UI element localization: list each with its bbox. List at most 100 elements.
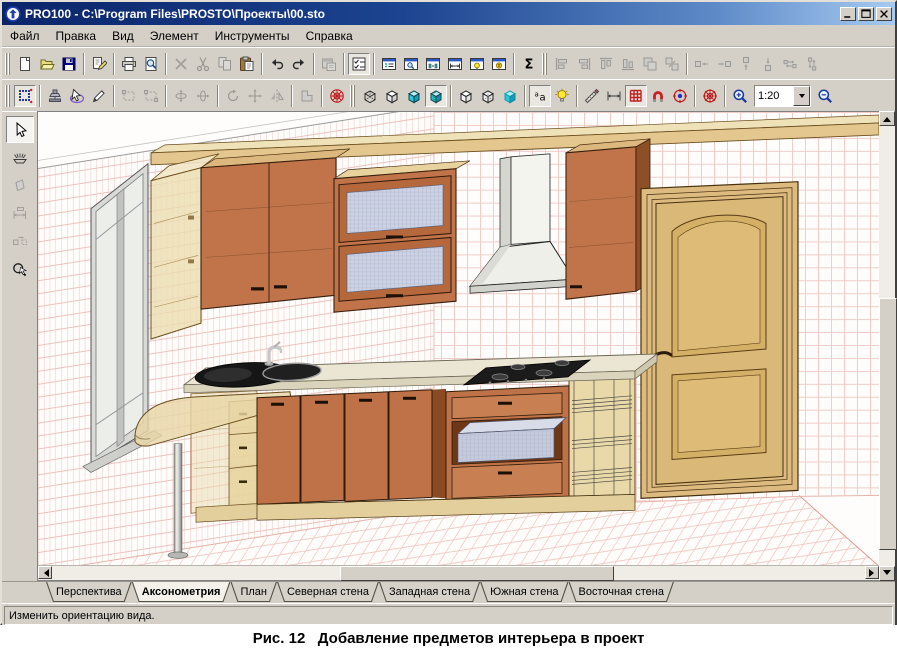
lighting-button[interactable]: [551, 85, 573, 107]
pointer-tool-button[interactable]: [6, 116, 34, 143]
scroll-right-button[interactable]: [865, 566, 879, 579]
menu-item-3[interactable]: Элемент: [142, 27, 207, 45]
copy-button: [214, 53, 236, 75]
svg-text:a: a: [540, 92, 546, 103]
figure-caption: Рис. 12 Добавление предметов интерьера в…: [0, 625, 897, 652]
tab-южная-стена[interactable]: Южная стена: [480, 582, 568, 602]
upper-cabinets[interactable]: [201, 149, 350, 309]
undo-button[interactable]: [266, 53, 288, 75]
title-bar[interactable]: PRO100 - C:\Program Files\PROSTO\Проекты…: [2, 2, 895, 25]
close-button[interactable]: [876, 7, 892, 21]
place-tool-button[interactable]: [6, 144, 34, 171]
new-project-button[interactable]: [14, 53, 36, 75]
toolbar-gripper[interactable]: [5, 85, 12, 107]
upper-cabinet-right[interactable]: [566, 139, 650, 299]
zoom-in-button[interactable]: [729, 85, 751, 107]
new-project-icon: [17, 56, 33, 72]
menu-item-1[interactable]: Правка: [48, 27, 105, 45]
center-view-button[interactable]: [326, 85, 348, 107]
window-price-button[interactable]: [488, 53, 510, 75]
print-preview-button[interactable]: [140, 53, 162, 75]
antialias-text-icon: aa: [532, 88, 548, 104]
print-preview-icon: [143, 56, 159, 72]
menu-item-5[interactable]: Справка: [298, 27, 361, 45]
save-project-button[interactable]: [58, 53, 80, 75]
tab-bar-stub: [2, 582, 46, 603]
tab-восточная-стена[interactable]: Восточная стена: [569, 582, 674, 602]
toolbar-gripper[interactable]: [5, 53, 12, 75]
edges-none-button[interactable]: [499, 85, 521, 107]
minimize-button[interactable]: [840, 7, 856, 21]
align-left-icon: [554, 56, 570, 72]
design-canvas[interactable]: [38, 112, 879, 565]
toolbar-gripper[interactable]: [350, 85, 357, 107]
paste-button[interactable]: [236, 53, 258, 75]
edges-contour-button[interactable]: [455, 85, 477, 107]
mode-white-button[interactable]: [381, 85, 403, 107]
select-tool-button[interactable]: [66, 85, 88, 107]
snap-magnet-icon: [650, 88, 666, 104]
draw-tool-icon: [91, 88, 107, 104]
move-right-button: [713, 53, 735, 75]
standards-list-button[interactable]: [348, 53, 370, 75]
lighting-icon: [554, 88, 570, 104]
scroll-left-button[interactable]: [38, 566, 52, 579]
object-properties-button: [318, 53, 340, 75]
tab-план[interactable]: План: [230, 582, 277, 602]
selection-mode-button[interactable]: [14, 85, 36, 107]
print-button[interactable]: [118, 53, 140, 75]
mode-wireframe-button[interactable]: [359, 85, 381, 107]
tab-северная-стена[interactable]: Северная стена: [277, 582, 379, 602]
menu-item-2[interactable]: Вид: [104, 27, 142, 45]
window-preview-button[interactable]: [400, 53, 422, 75]
antialias-text-button[interactable]: aa: [529, 85, 551, 107]
tab-западная-стена[interactable]: Западная стена: [379, 582, 480, 602]
zoom-area-tool-button[interactable]: [6, 256, 34, 283]
center-view-icon: [329, 88, 345, 104]
window-light-button[interactable]: [466, 53, 488, 75]
draw-tool-button[interactable]: [88, 85, 110, 107]
scroll-up-button[interactable]: [879, 111, 895, 126]
glass-door-cabinet[interactable]: [334, 161, 470, 312]
toolbar-separator: [39, 85, 41, 107]
zoom-scale-dropdown-button[interactable]: [793, 86, 810, 106]
tool-palette: [2, 111, 37, 581]
auto-dimensions-button[interactable]: [603, 85, 625, 107]
zoom-out-button[interactable]: [814, 85, 836, 107]
tab-аксонометрия[interactable]: Аксонометрия: [132, 582, 231, 602]
menu-item-0[interactable]: Файл: [2, 27, 48, 45]
window-report-button[interactable]: [378, 53, 400, 75]
ungroup-icon: [664, 56, 680, 72]
edges-all-button[interactable]: [477, 85, 499, 107]
menu-item-4[interactable]: Инструменты: [207, 27, 298, 45]
zoom-scale-select[interactable]: 1:20: [754, 85, 811, 107]
insert-element-button[interactable]: [44, 85, 66, 107]
tab-перспектива[interactable]: Перспектива: [46, 582, 132, 602]
snap-magnet-button[interactable]: [647, 85, 669, 107]
window-dimensions-button[interactable]: [444, 53, 466, 75]
zoom-in-icon: [732, 88, 748, 104]
redo-button[interactable]: [288, 53, 310, 75]
maximize-button[interactable]: [858, 7, 874, 21]
horizontal-scroll-thumb[interactable]: [340, 566, 614, 581]
toolbar-separator: [450, 85, 452, 107]
window-structure-button[interactable]: [422, 53, 444, 75]
scroll-down-button[interactable]: [879, 566, 895, 581]
toolbar-gripper[interactable]: [542, 53, 549, 75]
open-project-button[interactable]: [36, 53, 58, 75]
center-camera-button[interactable]: [699, 85, 721, 107]
snap-center-button[interactable]: [669, 85, 691, 107]
summary-report-button[interactable]: Σ: [518, 53, 540, 75]
mode-textures-button[interactable]: [425, 85, 447, 107]
vertical-scroll-thumb[interactable]: [879, 298, 897, 550]
distance-tool-button: [6, 228, 34, 255]
window-title: PRO100 - C:\Program Files\PROSTO\Проекты…: [25, 7, 838, 21]
toolbar-separator: [165, 85, 167, 107]
entrance-door[interactable]: [641, 182, 798, 499]
edit-properties-button[interactable]: [88, 53, 110, 75]
snap-grid-button[interactable]: [625, 85, 647, 107]
horizontal-scrollbar[interactable]: [38, 565, 879, 580]
vertical-scrollbar[interactable]: [879, 111, 895, 581]
mode-color-button[interactable]: [403, 85, 425, 107]
texture-editor-button[interactable]: [581, 85, 603, 107]
